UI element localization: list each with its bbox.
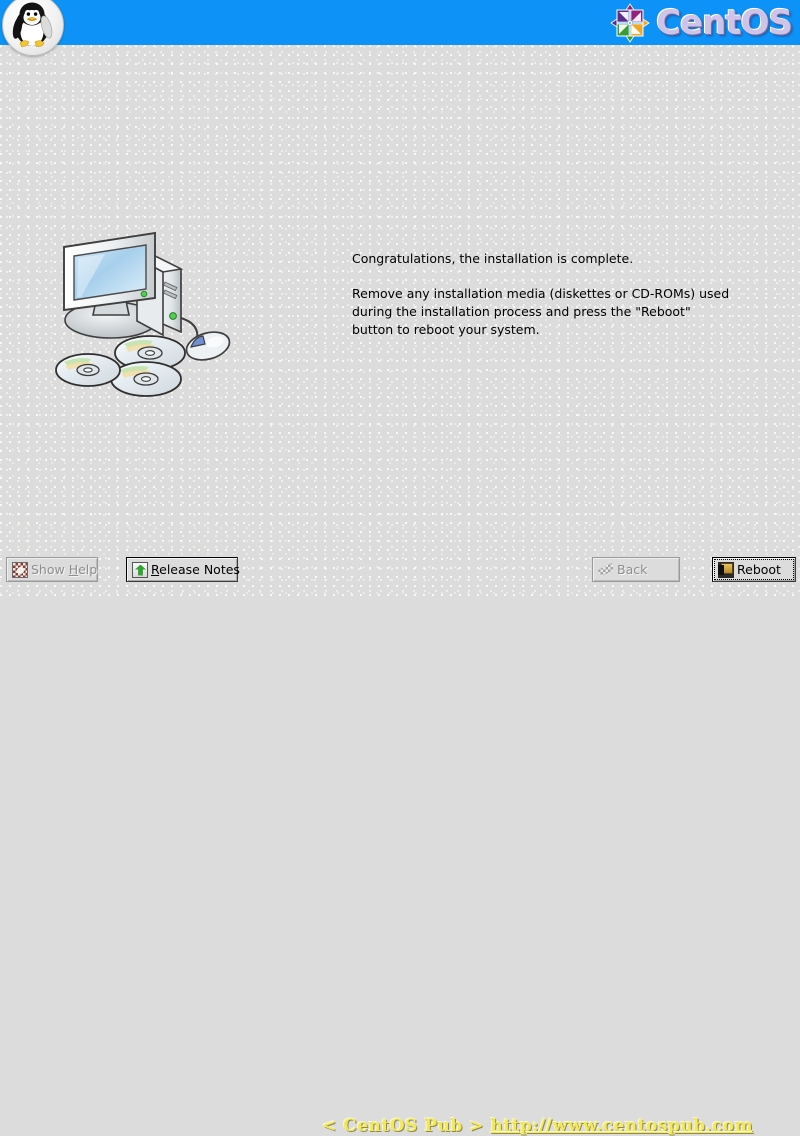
release-notes-label: Release Notes <box>151 562 240 577</box>
centos-logo: CentOS <box>610 0 793 45</box>
green-up-arrow-icon <box>132 561 148 578</box>
reboot-label: Reboot <box>737 562 781 577</box>
computer-and-cds-illustration <box>45 220 245 400</box>
reboot-button[interactable]: Reboot <box>712 557 796 582</box>
help-checker-icon <box>12 561 28 578</box>
message-line-2: Remove any installation media (diskettes… <box>352 286 730 337</box>
back-arrow-icon <box>598 562 614 577</box>
reboot-terminal-icon <box>718 561 734 578</box>
release-notes-button[interactable]: Release Notes <box>126 557 240 582</box>
completion-message: Congratulations, the installation is com… <box>352 250 732 339</box>
installer-window: CentOS Congratulations, the installation… <box>0 0 800 1136</box>
back-label: Back <box>617 562 648 577</box>
watermark-url: http://www.centospub.com <box>490 1116 754 1136</box>
centos-pinwheel-icon <box>610 2 650 43</box>
main-content: Congratulations, the installation is com… <box>0 45 800 545</box>
header-bar: CentOS <box>0 0 800 45</box>
show-help-button[interactable]: Show Help <box>6 557 98 582</box>
watermark-prefix: < CentOS Pub > <box>322 1116 491 1136</box>
message-line-1: Congratulations, the installation is com… <box>352 251 634 266</box>
show-help-label: Show Help <box>31 562 98 577</box>
footer-button-bar: < CentOS Pub > http://www.centospub.com … <box>0 545 800 1136</box>
centospub-watermark: < CentOS Pub > http://www.centospub.com <box>322 1116 753 1136</box>
centos-wordmark: CentOS <box>656 2 793 43</box>
back-button[interactable]: Back <box>592 557 680 582</box>
